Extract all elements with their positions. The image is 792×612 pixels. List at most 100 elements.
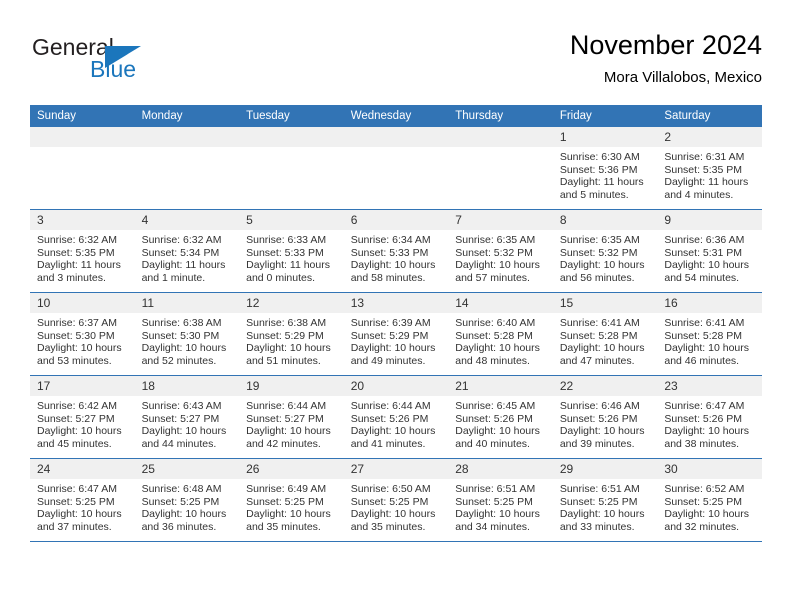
calendar-day-cell[interactable]: 27 Sunrise: 6:50 AM Sunset: 5:25 PM Dayligh…	[343, 458, 449, 542]
day-number: 23	[657, 376, 762, 396]
daylight-text: Daylight: 10 hours and 44 minutes.	[141, 425, 227, 450]
calendar-day-cell[interactable]: 13 Sunrise: 6:39 AM Sunset: 5:29 PM Dayligh…	[343, 292, 449, 376]
calendar-day-cell[interactable]: 4 Sunrise: 6:32 AM Sunset: 5:34 PM Daylight…	[134, 209, 240, 293]
calendar-day-cell[interactable]: 16 Sunrise: 6:41 AM Sunset: 5:28 PM Dayligh…	[657, 292, 762, 376]
calendar-week-row: 1 Sunrise: 6:30 AM Sunset: 5:36 PM Daylight…	[30, 127, 762, 210]
day-details: Sunrise: 6:32 AM Sunset: 5:34 PM Daylight:…	[135, 230, 240, 284]
day-details: Sunrise: 6:37 AM Sunset: 5:30 PM Daylight:…	[30, 313, 135, 367]
daylight-text: Daylight: 10 hours and 58 minutes.	[350, 259, 436, 284]
calendar-day-cell[interactable]: 2 Sunrise: 6:31 AM Sunset: 5:35 PM Daylight…	[657, 127, 762, 210]
sunset-text: Sunset: 5:26 PM	[559, 412, 638, 425]
calendar-day-cell[interactable]: 3 Sunrise: 6:32 AM Sunset: 5:35 PM Daylight…	[30, 209, 135, 293]
calendar-day-cell[interactable]: 29 Sunrise: 6:51 AM Sunset: 5:25 PM Dayligh…	[552, 458, 658, 542]
day-number	[30, 127, 135, 147]
calendar-day-cell[interactable]: 15 Sunrise: 6:41 AM Sunset: 5:28 PM Dayligh…	[552, 292, 658, 376]
weekday-row: Sunday Monday Tuesday Wednesday Thursday Frid…	[30, 105, 762, 127]
calendar-page: General Blue November 2024 Mora Villalob…	[0, 0, 792, 612]
calendar-table: Sunday Monday Tuesday Wednesday Thursday Frid…	[30, 105, 762, 542]
sunrise-text: Sunrise: 6:35 AM	[559, 234, 640, 246]
calendar-day-cell[interactable]: 23 Sunrise: 6:47 AM Sunset: 5:26 PM Dayligh…	[657, 375, 762, 459]
sunset-text: Sunset: 5:26 PM	[350, 412, 429, 425]
day-number: 14	[448, 293, 553, 313]
sunrise-text: Sunrise: 6:49 AM	[246, 483, 327, 495]
day-details: Sunrise: 6:41 AM Sunset: 5:28 PM Daylight:…	[553, 313, 658, 367]
sunrise-text: Sunrise: 6:47 AM	[37, 483, 117, 495]
calendar-day-cell[interactable]: 17 Sunrise: 6:42 AM Sunset: 5:27 PM Dayligh…	[30, 375, 135, 459]
calendar-day-cell[interactable]: 30 Sunrise: 6:52 AM Sunset: 5:25 PM Dayligh…	[657, 458, 762, 542]
sunset-text: Sunset: 5:30 PM	[37, 329, 115, 342]
day-details: Sunrise: 6:46 AM Sunset: 5:26 PM Daylight:…	[553, 396, 658, 450]
calendar-day-cell[interactable]: 7 Sunrise: 6:35 AM Sunset: 5:32 PM Daylight…	[448, 209, 553, 293]
calendar-day-cell[interactable]: 9 Sunrise: 6:36 AM Sunset: 5:31 PM Daylight…	[657, 209, 762, 293]
day-number: 21	[448, 376, 553, 396]
sunrise-text: Sunrise: 6:35 AM	[455, 234, 536, 246]
day-details: Sunrise: 6:48 AM Sunset: 5:25 PM Daylight:…	[135, 479, 240, 533]
calendar-day-cell[interactable]: 8 Sunrise: 6:35 AM Sunset: 5:32 PM Daylight…	[552, 209, 658, 293]
day-number	[448, 127, 553, 147]
daylight-text: Daylight: 10 hours and 49 minutes.	[350, 342, 436, 367]
day-number: 12	[239, 293, 344, 313]
calendar-day-cell[interactable]: 14 Sunrise: 6:40 AM Sunset: 5:28 PM Dayligh…	[448, 292, 553, 376]
calendar-week-row: 10 Sunrise: 6:37 AM Sunset: 5:30 PM Dayligh…	[30, 292, 762, 376]
calendar-day-cell[interactable]: 10 Sunrise: 6:37 AM Sunset: 5:30 PM Dayligh…	[30, 292, 135, 376]
sunset-text: Sunset: 5:25 PM	[350, 495, 429, 508]
sunset-text: Sunset: 5:36 PM	[559, 163, 638, 176]
calendar-day-cell[interactable]: 6 Sunrise: 6:34 AM Sunset: 5:33 PM Daylight…	[343, 209, 449, 293]
day-details: Sunrise: 6:33 AM Sunset: 5:33 PM Daylight:…	[239, 230, 344, 284]
sunset-text: Sunset: 5:32 PM	[455, 246, 533, 259]
daylight-text: Daylight: 10 hours and 56 minutes.	[559, 259, 645, 284]
calendar-day-cell[interactable]: 1 Sunrise: 6:30 AM Sunset: 5:36 PM Daylight…	[552, 127, 658, 210]
day-details: Sunrise: 6:38 AM Sunset: 5:30 PM Daylight:…	[135, 313, 240, 367]
calendar-day-cell[interactable]: 26 Sunrise: 6:49 AM Sunset: 5:25 PM Dayligh…	[239, 458, 344, 542]
calendar-day-cell[interactable]: 20 Sunrise: 6:44 AM Sunset: 5:26 PM Dayligh…	[343, 375, 449, 459]
sunrise-text: Sunrise: 6:36 AM	[664, 234, 745, 246]
sunrise-text: Sunrise: 6:40 AM	[455, 317, 536, 329]
sunset-text: Sunset: 5:28 PM	[455, 329, 533, 342]
calendar-day-cell[interactable]: 28 Sunrise: 6:51 AM Sunset: 5:25 PM Dayligh…	[448, 458, 553, 542]
daylight-text: Daylight: 10 hours and 42 minutes.	[246, 425, 331, 450]
day-number: 29	[552, 459, 658, 479]
calendar-day-cell-empty	[239, 127, 344, 210]
calendar-day-cell[interactable]: 19 Sunrise: 6:44 AM Sunset: 5:27 PM Dayligh…	[239, 375, 344, 459]
calendar-day-cell[interactable]: 11 Sunrise: 6:38 AM Sunset: 5:30 PM Dayligh…	[134, 292, 240, 376]
daylight-text: Daylight: 11 hours and 5 minutes.	[559, 176, 644, 201]
sunrise-text: Sunrise: 6:34 AM	[350, 234, 431, 246]
sunrise-text: Sunrise: 6:52 AM	[664, 483, 745, 495]
weekday-header-tuesday: Tuesday	[239, 105, 344, 127]
daylight-text: Daylight: 10 hours and 51 minutes.	[246, 342, 331, 367]
day-number: 13	[343, 293, 449, 313]
weekday-header-sunday: Sunday	[30, 105, 135, 127]
sunset-text: Sunset: 5:28 PM	[559, 329, 638, 342]
daylight-text: Daylight: 11 hours and 3 minutes.	[37, 259, 121, 284]
calendar-day-cell[interactable]: 24 Sunrise: 6:47 AM Sunset: 5:25 PM Dayligh…	[30, 458, 135, 542]
sunrise-text: Sunrise: 6:44 AM	[350, 400, 431, 412]
day-details: Sunrise: 6:51 AM Sunset: 5:25 PM Daylight:…	[553, 479, 658, 533]
sunrise-text: Sunrise: 6:30 AM	[559, 151, 640, 163]
day-number: 1	[552, 127, 658, 147]
day-number: 10	[30, 293, 135, 313]
weekday-header-thursday: Thursday	[448, 105, 553, 127]
calendar-day-cell[interactable]: 21 Sunrise: 6:45 AM Sunset: 5:26 PM Dayligh…	[448, 375, 553, 459]
day-details: Sunrise: 6:40 AM Sunset: 5:28 PM Daylight:…	[448, 313, 553, 367]
weekday-header-saturday: Saturday	[657, 105, 762, 127]
calendar-day-cell[interactable]: 18 Sunrise: 6:43 AM Sunset: 5:27 PM Dayligh…	[134, 375, 240, 459]
sunset-text: Sunset: 5:27 PM	[141, 412, 220, 425]
page-title: November 2024	[569, 30, 762, 60]
sunset-text: Sunset: 5:29 PM	[246, 329, 324, 342]
daylight-text: Daylight: 10 hours and 37 minutes.	[37, 508, 122, 533]
calendar-day-cell-empty	[30, 127, 135, 210]
calendar-day-cell[interactable]: 12 Sunrise: 6:38 AM Sunset: 5:29 PM Dayligh…	[239, 292, 344, 376]
sunrise-text: Sunrise: 6:39 AM	[350, 317, 431, 329]
day-details: Sunrise: 6:38 AM Sunset: 5:29 PM Daylight:…	[239, 313, 344, 367]
day-number	[134, 127, 240, 147]
day-details: Sunrise: 6:49 AM Sunset: 5:25 PM Daylight:…	[239, 479, 344, 533]
sunset-text: Sunset: 5:33 PM	[350, 246, 429, 259]
calendar-day-cell[interactable]: 22 Sunrise: 6:46 AM Sunset: 5:26 PM Dayligh…	[552, 375, 658, 459]
sunset-text: Sunset: 5:25 PM	[455, 495, 533, 508]
day-number: 16	[657, 293, 762, 313]
day-number: 8	[552, 210, 658, 230]
sunset-text: Sunset: 5:26 PM	[664, 412, 743, 425]
calendar-day-cell[interactable]: 5 Sunrise: 6:33 AM Sunset: 5:33 PM Daylight…	[239, 209, 344, 293]
day-number: 3	[30, 210, 135, 230]
calendar-day-cell[interactable]: 25 Sunrise: 6:48 AM Sunset: 5:25 PM Dayligh…	[134, 458, 240, 542]
